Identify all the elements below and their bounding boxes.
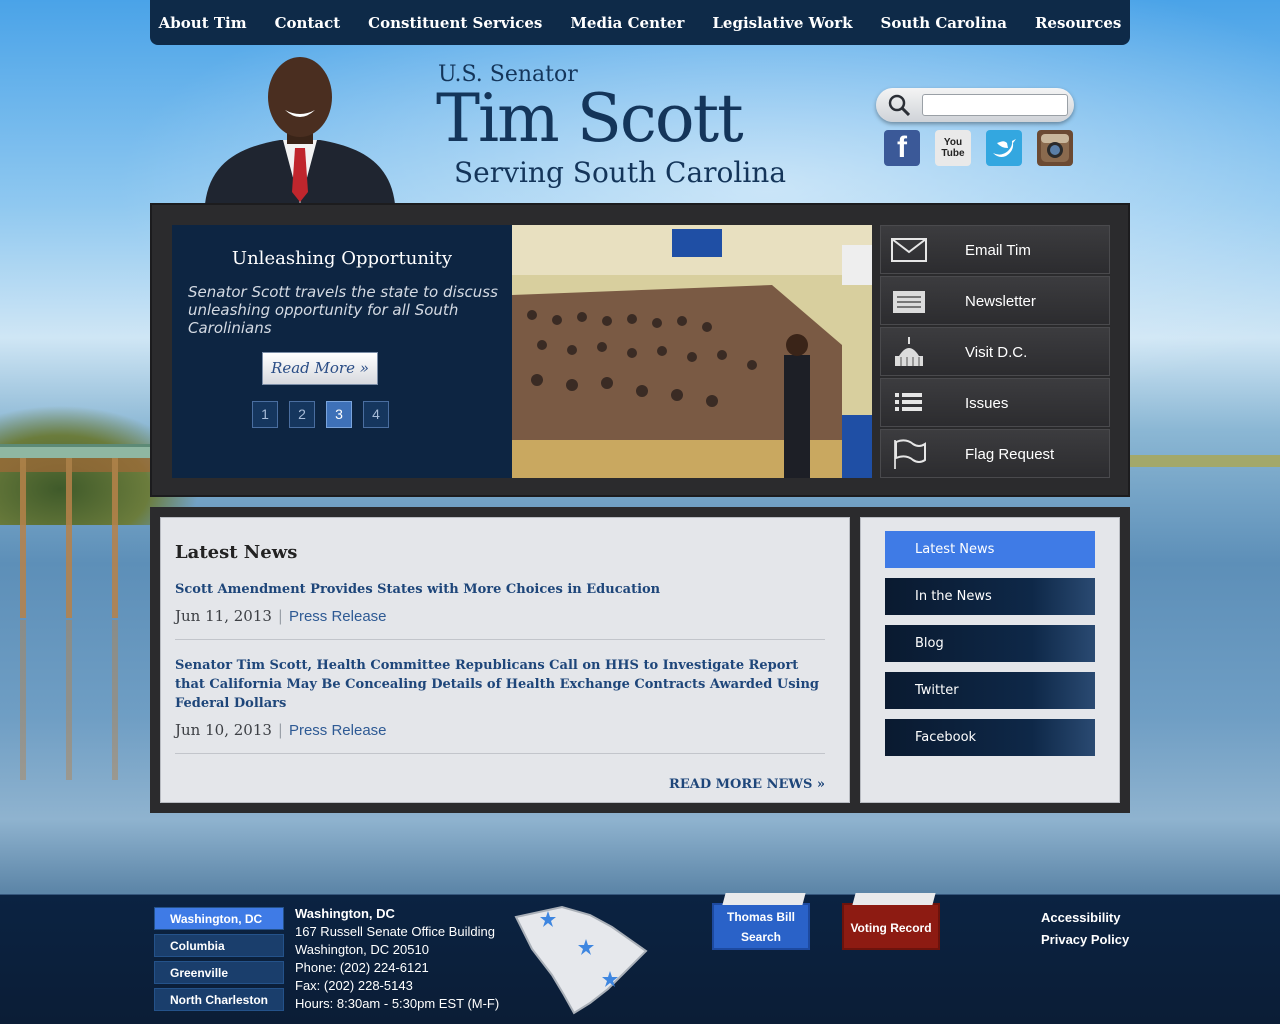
tab-latest-news[interactable]: Latest News (885, 531, 1095, 568)
office-greenville[interactable]: Greenville (154, 961, 284, 984)
news-item-category[interactable]: Press Release (289, 722, 387, 739)
office-washington-dc[interactable]: Washington, DC (154, 907, 284, 930)
news-section: Latest News Scott Amendment Provides Sta… (150, 507, 1130, 813)
nav-south-carolina[interactable]: South Carolina (881, 14, 1007, 32)
slide-page-3[interactable]: 3 (326, 401, 352, 428)
slide-caption: Unleashing Opportunity Senator Scott tra… (172, 225, 512, 478)
slide-page-1[interactable]: 1 (252, 401, 278, 428)
office-hours: Hours: 8:30am - 5:30pm EST (M-F) (295, 996, 500, 1011)
twitter-icon[interactable] (986, 130, 1022, 166)
thomas-label-line2: Search (740, 930, 782, 944)
nav-media-center[interactable]: Media Center (570, 14, 684, 32)
site-logo[interactable]: U.S. Senator Tim Scott Serving South Car… (436, 62, 808, 192)
tab-blog[interactable]: Blog (885, 625, 1095, 662)
office-fax: Fax: (202) 228-5143 (295, 978, 413, 993)
quick-link-newsletter[interactable]: Newsletter (880, 276, 1110, 325)
news-item-date: Jun 11, 2013 (175, 607, 272, 625)
quick-link-label: Email Tim (965, 242, 1031, 259)
address-line: Washington, DC 20510 (295, 942, 429, 957)
news-item: Senator Tim Scott, Health Committee Repu… (175, 656, 825, 739)
read-more-button[interactable]: Read More » (262, 352, 378, 385)
office-phone: Phone: (202) 224-6121 (295, 960, 429, 975)
quick-link-email[interactable]: Email Tim (880, 225, 1110, 274)
read-more-news-link[interactable]: READ MORE NEWS » (669, 777, 825, 792)
quick-link-label: Newsletter (965, 293, 1036, 310)
thomas-label-line1: Thomas Bill (726, 910, 795, 924)
footer-links: Accessibility Privacy Policy (1041, 907, 1129, 951)
envelope-icon (891, 238, 927, 262)
facebook-icon[interactable]: f (884, 130, 920, 166)
quick-links: Email Tim Newsletter Visit D.C. Issues F… (880, 225, 1110, 480)
nav-constituent-services[interactable]: Constituent Services (368, 14, 542, 32)
accessibility-link[interactable]: Accessibility (1041, 907, 1129, 929)
background-marsh (1130, 455, 1280, 467)
news-item-date: Jun 10, 2013 (175, 721, 272, 739)
slide-title: Unleashing Opportunity (231, 248, 453, 269)
news-item-meta: Jun 10, 2013 | Press Release (175, 721, 825, 739)
news-item-title[interactable]: Scott Amendment Provides States with Mor… (175, 580, 825, 599)
dock (0, 458, 150, 618)
quick-link-issues[interactable]: Issues (880, 378, 1110, 427)
tab-twitter[interactable]: Twitter (885, 672, 1095, 709)
feature-panel: Unleashing Opportunity Senator Scott tra… (150, 203, 1130, 497)
search-box (876, 88, 1074, 122)
quick-link-label: Flag Request (965, 446, 1055, 463)
list-icon (895, 393, 922, 411)
address-line: 167 Russell Senate Office Building (295, 924, 495, 939)
slide-page-2[interactable]: 2 (289, 401, 315, 428)
news-divider (175, 753, 825, 754)
news-item: Scott Amendment Provides States with Mor… (175, 580, 825, 625)
tab-facebook[interactable]: Facebook (885, 719, 1095, 756)
nav-contact[interactable]: Contact (275, 14, 341, 32)
office-name: Washington, DC (295, 906, 395, 921)
nav-about-tim[interactable]: About Tim (159, 14, 247, 32)
news-item-title[interactable]: Senator Tim Scott, Health Committee Repu… (175, 656, 825, 713)
news-item-meta: Jun 11, 2013 | Press Release (175, 607, 825, 625)
news-divider (175, 639, 825, 640)
nav-legislative-work[interactable]: Legislative Work (712, 14, 852, 32)
latest-news-panel: Latest News Scott Amendment Provides Sta… (160, 517, 850, 803)
search-icon[interactable] (888, 94, 910, 116)
logo-name: Tim Scott (436, 80, 744, 157)
slide-page-4[interactable]: 4 (363, 401, 389, 428)
thomas-bill-search-button[interactable]: Thomas Bill Search (712, 903, 810, 950)
voting-record-button[interactable]: Voting Record (842, 903, 940, 950)
search-input[interactable] (922, 94, 1068, 116)
meta-separator: | (277, 721, 283, 739)
quick-link-visit-dc[interactable]: Visit D.C. (880, 327, 1110, 376)
newspaper-icon (893, 291, 925, 313)
news-tabs: Latest News In the News Blog Twitter Fac… (860, 517, 1120, 803)
capitol-icon (895, 337, 923, 366)
meta-separator: | (277, 607, 283, 625)
quick-link-label: Visit D.C. (965, 344, 1028, 361)
tab-in-the-news[interactable]: In the News (885, 578, 1095, 615)
instagram-icon[interactable] (1037, 130, 1073, 166)
slide-photo[interactable] (512, 225, 872, 478)
office-address: Washington, DC 167 Russell Senate Office… (295, 905, 499, 1013)
office-list: Washington, DC Columbia Greenville North… (154, 907, 284, 1015)
slide-description: Senator Scott travels the state to discu… (188, 283, 498, 337)
flag-icon (894, 439, 926, 469)
slide-pager: 1 2 3 4 (252, 401, 389, 428)
quick-link-flag-request[interactable]: Flag Request (880, 429, 1110, 478)
office-north-charleston[interactable]: North Charleston (154, 988, 284, 1011)
nav-resources[interactable]: Resources (1035, 14, 1121, 32)
south-carolina-map[interactable] (512, 903, 652, 1015)
senator-portrait (205, 57, 395, 204)
office-columbia[interactable]: Columbia (154, 934, 284, 957)
footer: Washington, DC Columbia Greenville North… (0, 894, 1280, 1024)
dock-reflection (0, 620, 150, 780)
news-heading: Latest News (175, 542, 298, 563)
news-item-category[interactable]: Press Release (289, 608, 387, 625)
quick-link-label: Issues (965, 395, 1009, 412)
social-links: f You Tube (884, 130, 1073, 166)
logo-tagline: Serving South Carolina (454, 156, 787, 189)
dock-roof (0, 444, 150, 458)
privacy-policy-link[interactable]: Privacy Policy (1041, 929, 1129, 951)
youtube-icon[interactable]: You Tube (935, 130, 971, 166)
top-nav: About Tim Contact Constituent Services M… (150, 0, 1130, 45)
